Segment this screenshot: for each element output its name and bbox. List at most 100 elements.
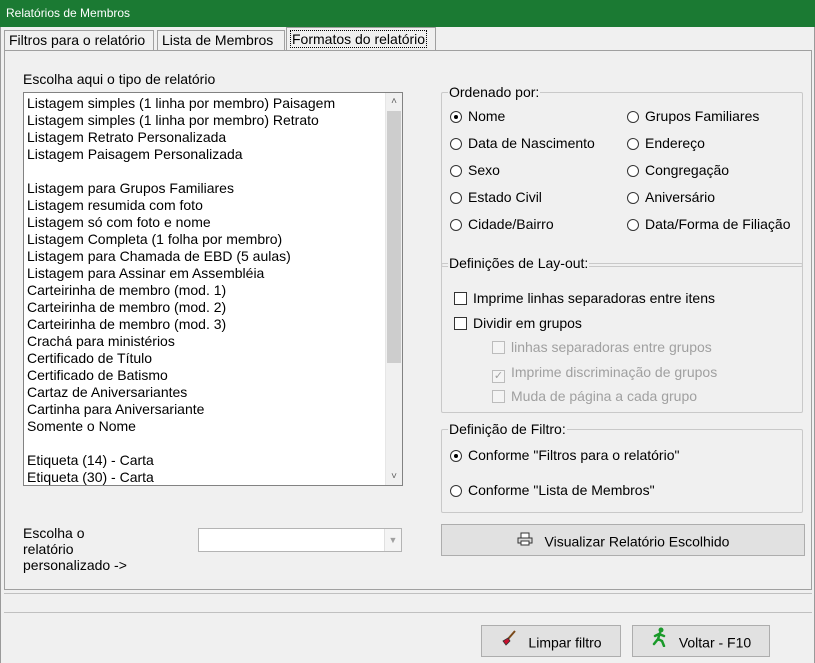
scroll-up-icon[interactable]: ˄ [386, 93, 402, 110]
custom-report-label: Escolha o relatório personalizado -> [23, 525, 127, 573]
order-option-label: Nome [468, 108, 506, 124]
radio-icon [627, 165, 639, 177]
check-label: Imprime linhas separadoras entre itens [473, 290, 716, 306]
check-label: Dividir em grupos [473, 315, 582, 331]
order-by-group: Ordenado por: Nome Data de Nascimento Se… [441, 84, 803, 267]
order-radio-aniversario[interactable]: Aniversário [627, 188, 715, 206]
order-radio-sexo[interactable]: Sexo [450, 161, 500, 179]
report-type-item[interactable] [27, 435, 385, 452]
tab-formatos-label: Formatos do relatório [289, 30, 428, 48]
radio-icon [627, 111, 639, 123]
radio-selected-icon [450, 450, 462, 462]
order-option-label: Grupos Familiares [645, 108, 760, 124]
checkmark-icon: ✓ [492, 370, 505, 383]
filter-radio-filtros[interactable]: Conforme "Filtros para o relatório" [450, 446, 679, 464]
radio-icon [450, 192, 462, 204]
report-type-item[interactable] [27, 163, 385, 180]
report-type-item[interactable]: Etiqueta (30) - Carta [27, 469, 385, 485]
report-type-item[interactable]: Listagem Retrato Personalizada [27, 129, 385, 146]
report-type-item[interactable]: Carteirinha de membro (mod. 3) [27, 316, 385, 333]
custom-report-label-line1: Escolha o [23, 525, 85, 541]
report-type-item[interactable]: Listagem resumida com foto [27, 197, 385, 214]
preview-report-label: Visualizar Relatório Escolhido [544, 533, 730, 550]
layout-group: Definições de Lay-out: Imprime linhas se… [441, 255, 803, 413]
radio-icon [627, 192, 639, 204]
order-option-label: Aniversário [645, 189, 716, 205]
filter-radio-lista[interactable]: Conforme "Lista de Membros" [450, 481, 655, 499]
check-separator-lines[interactable]: Imprime linhas separadoras entre itens [454, 289, 715, 307]
order-option-label: Congregação [645, 162, 730, 178]
checkbox-icon [454, 292, 467, 305]
check-page-break-group[interactable]: Muda de página a cada grupo [492, 387, 697, 405]
report-type-items: Listagem simples (1 linha por membro) Pa… [27, 95, 385, 485]
radio-icon [450, 485, 462, 497]
check-divide-groups[interactable]: Dividir em grupos [454, 314, 582, 332]
order-option-label: Data de Nascimento [468, 135, 595, 151]
back-label: Voltar - F10 [678, 634, 752, 651]
radio-icon [450, 138, 462, 150]
status-bar [4, 593, 812, 613]
layout-legend: Definições de Lay-out: [448, 255, 590, 271]
report-type-item[interactable]: Listagem só com foto e nome [27, 214, 385, 231]
tab-filtros-label: Filtros para o relatório [9, 32, 146, 48]
tab-lista-membros-label: Lista de Membros [162, 32, 274, 48]
radio-icon [450, 165, 462, 177]
report-type-item[interactable]: Somente o Nome [27, 418, 385, 435]
custom-report-label-line2: relatório [23, 541, 74, 557]
listbox-scrollbar[interactable]: ˄ ˅ [385, 93, 402, 485]
order-radio-data-filiacao[interactable]: Data/Forma de Filiação [627, 215, 791, 233]
report-type-item[interactable]: Listagem para Chamada de EBD (5 aulas) [27, 248, 385, 265]
preview-report-button[interactable]: Visualizar Relatório Escolhido [441, 524, 805, 556]
report-type-item[interactable]: Cartinha para Aniversariante [27, 401, 385, 418]
order-radio-endereco[interactable]: Endereço [627, 134, 705, 152]
back-button[interactable]: Voltar - F10 [632, 625, 770, 657]
clear-filter-label: Limpar filtro [528, 634, 602, 651]
check-group-breakdown[interactable]: ✓ Imprime discriminação de grupos [492, 363, 718, 383]
report-type-item[interactable]: Listagem Completa (1 folha por membro) [27, 231, 385, 248]
report-type-item[interactable]: Crachá para ministérios [27, 333, 385, 350]
order-radio-estado-civil[interactable]: Estado Civil [450, 188, 542, 206]
report-type-item[interactable]: Carteirinha de membro (mod. 1) [27, 282, 385, 299]
scroll-thumb[interactable] [387, 111, 401, 363]
radio-selected-icon [450, 111, 462, 123]
report-type-item[interactable]: Listagem para Assinar em Assembléia [27, 265, 385, 282]
checkbox-icon [492, 390, 505, 403]
check-label: Muda de página a cada grupo [511, 388, 698, 404]
report-type-item[interactable]: Carteirinha de membro (mod. 2) [27, 299, 385, 316]
radio-icon [627, 138, 639, 150]
filter-option-label: Conforme "Lista de Membros" [468, 482, 655, 498]
window-frame: Filtros para o relatório Lista de Membro… [0, 27, 815, 663]
checkbox-icon [492, 341, 505, 354]
filter-option-label: Conforme "Filtros para o relatório" [468, 447, 680, 463]
order-radio-cidade-bairro[interactable]: Cidade/Bairro [450, 215, 554, 233]
scroll-down-icon[interactable]: ˅ [386, 468, 402, 485]
order-option-label: Data/Forma de Filiação [645, 216, 791, 232]
report-type-item[interactable]: Etiqueta (14) - Carta [27, 452, 385, 469]
report-type-item[interactable]: Listagem simples (1 linha por membro) Re… [27, 112, 385, 129]
order-by-legend: Ordenado por: [448, 84, 541, 100]
custom-report-combo[interactable]: ▼ [198, 528, 402, 552]
tab-formatos[interactable]: Formatos do relatório [286, 27, 436, 51]
chevron-down-icon[interactable]: ▼ [384, 529, 401, 551]
check-label: linhas separadoras entre grupos [511, 339, 712, 355]
report-type-item[interactable]: Certificado de Batismo [27, 367, 385, 384]
checkbox-icon [454, 317, 467, 330]
order-option-label: Sexo [468, 162, 500, 178]
report-type-item[interactable]: Cartaz de Aniversariantes [27, 384, 385, 401]
tab-lista-membros[interactable]: Lista de Membros [157, 30, 285, 51]
tab-filtros[interactable]: Filtros para o relatório [4, 30, 154, 51]
report-type-item[interactable]: Listagem para Grupos Familiares [27, 180, 385, 197]
report-type-item[interactable]: Certificado de Título [27, 350, 385, 367]
check-group-separators[interactable]: linhas separadoras entre grupos [492, 338, 712, 356]
order-radio-congregacao[interactable]: Congregação [627, 161, 729, 179]
clear-filter-button[interactable]: Limpar filtro [481, 625, 621, 657]
order-option-label: Estado Civil [468, 189, 542, 205]
order-option-label: Cidade/Bairro [468, 216, 554, 232]
check-label: Imprime discriminação de grupos [511, 364, 718, 380]
report-type-item[interactable]: Listagem Paisagem Personalizada [27, 146, 385, 163]
order-radio-data-nascimento[interactable]: Data de Nascimento [450, 134, 595, 152]
report-type-listbox[interactable]: Listagem simples (1 linha por membro) Pa… [23, 92, 403, 486]
order-radio-nome[interactable]: Nome [450, 107, 505, 125]
report-type-item[interactable]: Listagem simples (1 linha por membro) Pa… [27, 95, 385, 112]
order-radio-grupos-familiares[interactable]: Grupos Familiares [627, 107, 759, 125]
